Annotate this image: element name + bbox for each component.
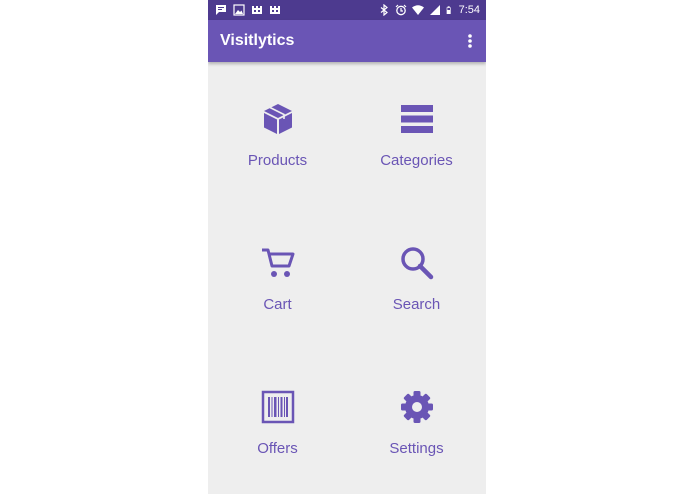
cart-icon (262, 248, 295, 277)
menu-tile-settings[interactable]: Settings (347, 354, 486, 494)
more-vert-icon[interactable] (462, 30, 478, 52)
battery-icon (446, 6, 451, 14)
menu-tile-label: Search (392, 296, 441, 313)
search-icon (401, 247, 434, 280)
image-notification-icon (233, 4, 245, 16)
menu-tile-label: Settings (389, 440, 444, 457)
menu-tile-search[interactable]: Search (347, 210, 486, 354)
bluetooth-icon (380, 4, 388, 16)
menu-tile-offers[interactable]: Offers (208, 354, 347, 494)
chat-notification-icon (216, 5, 226, 15)
notification-icons (215, 4, 281, 16)
menu-tile-categories[interactable]: Categories (347, 66, 486, 210)
status-bar: 7:54 (208, 0, 486, 20)
game-notification-icon (252, 6, 262, 14)
menu-tile-cart[interactable]: Cart (208, 210, 347, 354)
app-title: Visitlytics (220, 32, 295, 49)
menu-tile-label: Offers (257, 440, 298, 457)
clock: 7:54 (458, 4, 480, 16)
menu-tile-label: Cart (263, 296, 292, 313)
barcode-icon (261, 390, 295, 424)
phone-screen: 7:54 Visitlytics Products Categories Car… (208, 0, 486, 494)
alarm-icon (395, 4, 407, 16)
gear-icon (401, 391, 433, 423)
box-icon (264, 104, 292, 134)
menu-tile-label: Categories (380, 152, 453, 169)
menu-tile-products[interactable]: Products (208, 66, 347, 210)
menu-tile-label: Products (247, 152, 308, 169)
app-bar: Visitlytics (208, 20, 486, 62)
system-icons: 7:54 (378, 3, 480, 17)
list-icon (401, 105, 433, 133)
cellular-signal-icon (429, 5, 440, 15)
game-notification-icon (270, 6, 280, 14)
wifi-icon (411, 5, 424, 15)
